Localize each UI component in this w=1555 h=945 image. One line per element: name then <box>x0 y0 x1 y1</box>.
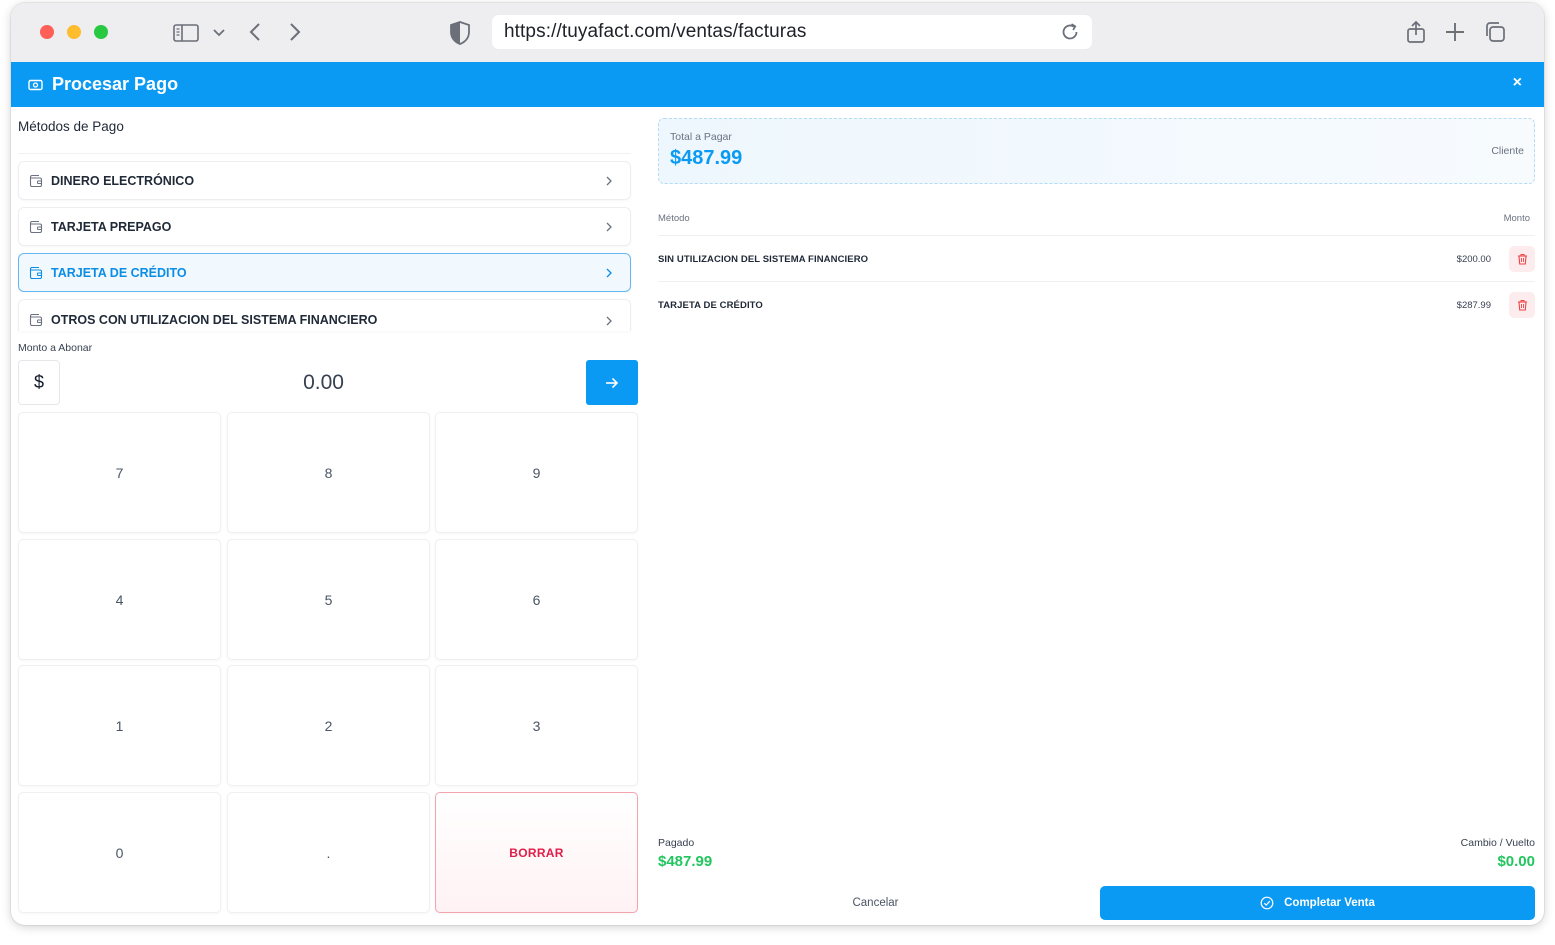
payment-method-label: TARJETA PREPAGO <box>51 219 172 234</box>
add-payment-button[interactable] <box>586 360 638 405</box>
maximize-window-button[interactable] <box>94 25 108 39</box>
keypad-key-0[interactable]: 0 <box>18 792 221 913</box>
keypad-key-3[interactable]: 3 <box>435 665 638 786</box>
cancel-button[interactable]: Cancelar <box>658 886 1093 920</box>
payment-input-panel: Métodos de Pago DINERO ELECTRÓNICO TARJE… <box>11 107 647 925</box>
sidebar-icon[interactable] <box>172 22 200 44</box>
payment-method-label: DINERO ELECTRÓNICO <box>51 173 195 188</box>
wallet-icon <box>29 266 43 279</box>
keypad-key-8[interactable]: 8 <box>227 412 430 533</box>
cash-icon <box>28 78 43 91</box>
new-tab-icon[interactable] <box>1444 21 1466 43</box>
total-card: Total a Pagar $487.99 Cliente <box>658 118 1535 184</box>
payment-methods-title: Métodos de Pago <box>18 119 124 134</box>
table-row: TARJETA DE CRÉDITO $287.99 <box>658 281 1535 327</box>
payment-method-tarjeta-credito[interactable]: TARJETA DE CRÉDITO <box>18 253 631 292</box>
delete-payment-button[interactable] <box>1509 292 1535 318</box>
total-value: $487.99 <box>670 147 743 169</box>
tabs-icon[interactable] <box>1484 21 1506 43</box>
divider <box>18 153 631 154</box>
paid-value: $487.99 <box>658 853 713 870</box>
modal-header: Procesar Pago × <box>11 62 1544 107</box>
keypad-clear-button[interactable]: BORRAR <box>435 792 638 913</box>
total-label: Total a Pagar <box>670 131 732 143</box>
amount-input-group: $ 0.00 <box>18 360 638 405</box>
keypad-key-decimal[interactable]: . <box>227 792 430 913</box>
payment-method-label: TARJETA DE CRÉDITO <box>51 265 187 280</box>
share-icon[interactable] <box>1405 19 1427 45</box>
chevron-right-icon <box>606 268 612 278</box>
close-window-button[interactable] <box>40 25 54 39</box>
payment-method-otros[interactable]: OTROS CON UTILIZACION DEL SISTEMA FINANC… <box>18 299 631 331</box>
reload-icon[interactable] <box>1060 22 1080 42</box>
browser-toolbar: https://tuyafact.com/ventas/facturas <box>11 3 1544 62</box>
amount-label: Monto a Abonar <box>18 342 93 354</box>
chevron-right-icon <box>606 316 612 326</box>
change-label: Cambio / Vuelto <box>1460 837 1535 849</box>
check-circle-icon <box>1260 896 1274 910</box>
minimize-window-button[interactable] <box>67 25 81 39</box>
cancel-label: Cancelar <box>852 897 899 909</box>
keypad-key-9[interactable]: 9 <box>435 412 638 533</box>
chevron-right-icon <box>606 222 612 232</box>
payment-summary-panel: Total a Pagar $487.99 Cliente Método Mon… <box>647 107 1544 925</box>
change-value: $0.00 <box>1497 853 1535 870</box>
amount-input[interactable]: 0.00 <box>60 360 587 405</box>
url-text: https://tuyafact.com/ventas/facturas <box>504 21 807 42</box>
arrow-right-icon <box>606 377 619 388</box>
row-amount: $200.00 <box>1456 254 1491 265</box>
column-header-method: Método <box>658 213 690 224</box>
chevron-right-icon <box>606 176 612 186</box>
address-bar[interactable]: https://tuyafact.com/ventas/facturas <box>492 15 1092 49</box>
keypad-key-5[interactable]: 5 <box>227 539 430 660</box>
client-label: Cliente <box>1491 145 1524 157</box>
wallet-icon <box>29 313 43 326</box>
wallet-icon <box>29 174 43 187</box>
keypad-key-7[interactable]: 7 <box>18 412 221 533</box>
delete-payment-button[interactable] <box>1509 246 1535 272</box>
payment-method-tarjeta-prepago[interactable]: TARJETA PREPAGO <box>18 207 631 246</box>
complete-sale-label: Completar Venta <box>1284 897 1375 909</box>
row-amount: $287.99 <box>1456 300 1491 311</box>
complete-sale-button[interactable]: Completar Venta <box>1100 886 1535 920</box>
row-method: TARJETA DE CRÉDITO <box>658 300 763 311</box>
trash-icon <box>1517 254 1527 265</box>
modal-title: Procesar Pago <box>52 74 179 94</box>
browser-window: https://tuyafact.com/ventas/facturas Pro… <box>11 3 1544 925</box>
table-row: SIN UTILIZACION DEL SISTEMA FINANCIERO $… <box>658 235 1535 281</box>
payment-method-dinero-electronico[interactable]: DINERO ELECTRÓNICO <box>18 161 631 200</box>
row-method: SIN UTILIZACION DEL SISTEMA FINANCIERO <box>658 254 869 265</box>
keypad-key-1[interactable]: 1 <box>18 665 221 786</box>
trash-icon <box>1517 300 1527 311</box>
currency-symbol: $ <box>18 360 60 405</box>
close-modal-button[interactable]: × <box>1513 74 1522 92</box>
back-icon[interactable] <box>247 21 263 43</box>
wallet-icon <box>29 220 43 233</box>
paid-label: Pagado <box>658 837 695 849</box>
chevron-down-icon[interactable] <box>212 26 226 40</box>
keypad-key-4[interactable]: 4 <box>18 539 221 660</box>
keypad-key-2[interactable]: 2 <box>227 665 430 786</box>
shield-icon[interactable] <box>449 20 471 46</box>
keypad-key-6[interactable]: 6 <box>435 539 638 660</box>
forward-icon[interactable] <box>287 21 303 43</box>
column-header-amount: Monto <box>1503 213 1530 224</box>
payment-method-label: OTROS CON UTILIZACION DEL SISTEMA FINANC… <box>51 312 378 327</box>
